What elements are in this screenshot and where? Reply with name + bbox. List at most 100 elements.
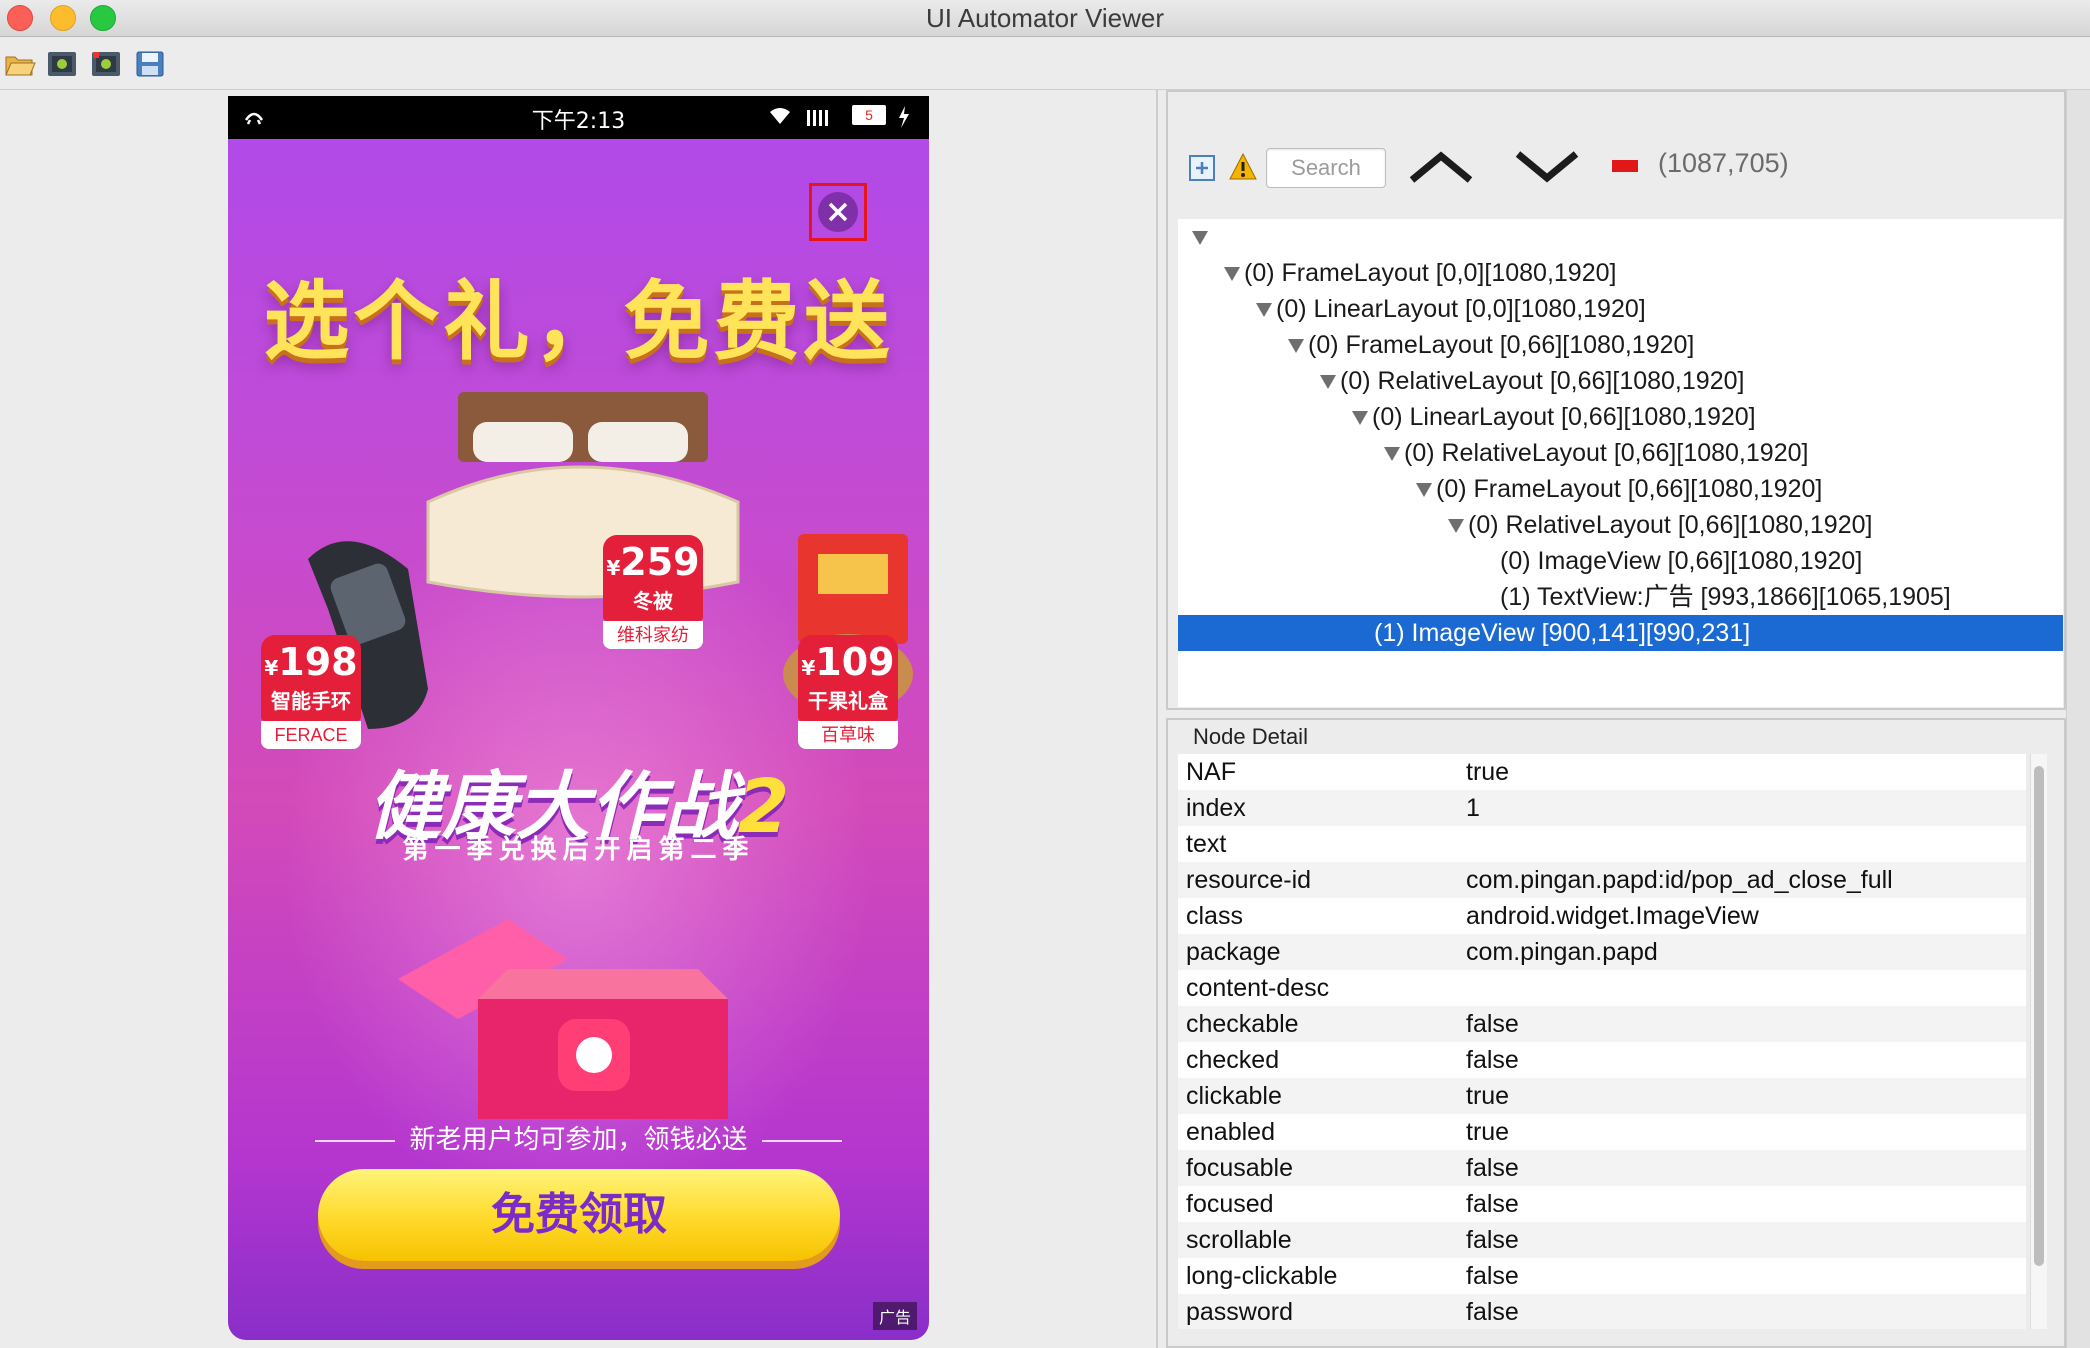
node-detail-key: password [1186,1298,1293,1326]
expand-triangle-icon[interactable] [1448,519,1464,534]
node-detail-value: false [1466,1010,1519,1038]
close-icon [818,192,858,232]
node-detail-row[interactable]: class android.widget.ImageView [1178,898,2026,934]
node-detail-value: false [1466,1190,1519,1218]
node-detail-value: false [1466,1226,1519,1254]
claim-free-button[interactable]: 免费领取 [318,1169,840,1261]
tree-node[interactable]: (0) LinearLayout [0,0][1080,1920] [1256,291,1646,327]
node-detail-key: focused [1186,1190,1274,1218]
node-detail-key: checked [1186,1046,1280,1074]
node-detail-row[interactable]: content-desc [1178,970,2026,1006]
battery-indicator: 5 [852,105,886,125]
title-bar: UI Automator Viewer [0,0,2090,37]
tree-node[interactable]: (0) LinearLayout [0,66][1080,1920] [1352,399,1756,435]
node-detail-title: Node Detail [1193,724,1308,749]
scrollbar-thumb[interactable] [2034,766,2044,1266]
window-edge-strip [2066,90,2090,1348]
android-compressed-icon[interactable] [90,49,122,79]
expand-all-icon[interactable] [1188,154,1216,182]
search-input[interactable]: Search [1266,148,1386,188]
node-detail-key: NAF [1186,758,1236,786]
expand-triangle-icon[interactable] [1224,267,1240,282]
node-detail-key: package [1186,938,1281,966]
node-detail-value: false [1466,1046,1519,1074]
expand-triangle-icon[interactable] [1288,339,1304,354]
warning-icon[interactable] [1228,152,1258,182]
tree-node[interactable]: (0) FrameLayout [0,66][1080,1920] [1416,471,1822,507]
node-detail-row[interactable]: scrollable false [1178,1222,2026,1258]
pointer-coordinates: (1087,705) [1658,148,1789,178]
node-detail-key: long-clickable [1186,1262,1338,1290]
phone-status-bar: 下午2:13 5 [228,96,929,139]
node-detail-key: clickable [1186,1082,1282,1110]
node-detail-key: resource-id [1186,866,1312,894]
signal-wifi-icon [770,106,909,128]
next-result-icon[interactable] [1514,150,1580,184]
node-detail-row[interactable]: resource-id com.pingan.papd:id/pop_ad_clo… [1178,862,2026,898]
node-detail-pane: Node Detail NAF true index 1 text resource-id… [1166,718,2066,1348]
node-detail-value: false [1466,1298,1519,1326]
tree-node[interactable]: (0) FrameLayout [0,66][1080,1920] [1288,327,1694,363]
node-detail-key: text [1186,830,1227,858]
node-detail-value: true [1466,758,1510,786]
node-detail-row[interactable]: password false [1178,1294,2026,1329]
folder-open-icon[interactable] [4,49,36,79]
node-detail-row[interactable]: clickable true [1178,1078,2026,1114]
node-detail-row[interactable]: checkable false [1178,1006,2026,1042]
ad-label: 广告 [872,1302,917,1330]
window-title: UI Automator Viewer [926,3,1164,33]
tree-node[interactable]: (0) RelativeLayout [0,66][1080,1920] [1384,435,1808,471]
node-detail-value: com.pingan.papd [1466,938,1658,966]
ad-note: 新老用户均可参加，领钱必送 [228,1119,929,1156]
node-detail-row[interactable]: focused false [1178,1186,2026,1222]
node-detail-value: false [1466,1154,1519,1182]
node-detail-row[interactable]: index 1 [1178,790,2026,826]
tree-node[interactable]: (0) RelativeLayout [0,66][1080,1920] [1448,507,1872,543]
expand-triangle-icon[interactable] [1416,483,1432,498]
toolbar [0,37,2090,90]
tree-node[interactable]: (0) FrameLayout [0,0][1080,1920] [1224,255,1616,291]
node-detail-key: checkable [1186,1010,1299,1038]
android-screenshot-icon[interactable] [46,49,78,79]
ad-popup[interactable]: 选个礼，免费送 ¥198 智能手环 FERACE ¥259 冬被 维科家纺 ¥1… [228,139,929,1340]
ad-close-button[interactable] [809,183,867,241]
hierarchy-toolbar: Search (1087,705) [1168,132,2064,192]
node-detail-row[interactable]: long-clickable false [1178,1258,2026,1294]
node-detail-row[interactable]: enabled true [1178,1114,2026,1150]
node-detail-value: true [1466,1118,1510,1146]
node-detail-key: index [1186,794,1246,822]
gift-box-image [398,919,728,1119]
node-detail-key: focusable [1186,1154,1294,1182]
tree-node[interactable]: (0) ImageView [0,66][1080,1920] [1500,543,1862,579]
node-detail-row[interactable]: focusable false [1178,1150,2026,1186]
tree-node[interactable]: (0) RelativeLayout [0,66][1080,1920] [1320,363,1744,399]
node-detail-row[interactable]: checked false [1178,1042,2026,1078]
node-detail-value: false [1466,1262,1519,1290]
expand-triangle-icon[interactable] [1256,303,1272,318]
tree-node-selected[interactable]: (1) ImageView [900,141][990,231] [1178,615,2063,651]
product-tag-quilt: ¥259 冬被 维科家纺 [603,535,703,649]
node-detail-row[interactable]: package com.pingan.papd [1178,934,2026,970]
tree-root-toggle[interactable] [1192,219,1212,255]
previous-result-icon[interactable] [1408,150,1474,184]
node-detail-value: 1 [1466,794,1480,822]
product-tag-fitness-band: ¥198 智能手环 FERACE [261,635,361,749]
expand-triangle-icon[interactable] [1320,375,1336,390]
node-detail-value: true [1466,1082,1510,1110]
hierarchy-tree[interactable]: (0) FrameLayout [0,0][1080,1920] (0) Lin… [1178,219,2063,707]
node-detail-row[interactable]: text [1178,826,2026,862]
node-detail-key: class [1186,902,1243,930]
node-detail-table[interactable]: NAF true index 1 text resource-id com.pingan.p… [1178,754,2026,1329]
node-detail-row[interactable]: NAF true [1178,754,2026,790]
node-detail-value: com.pingan.papd:id/pop_ad_close_full [1466,866,1893,894]
expand-triangle-icon[interactable] [1384,447,1400,462]
ad-headline: 选个礼，免费送 [263,272,894,372]
node-detail-scrollbar[interactable] [2030,754,2047,1329]
tree-node[interactable]: (1) TextView:广告 [993,1866][1065,1905] [1500,579,1951,615]
node-detail-key: enabled [1186,1118,1275,1146]
clear-search-icon[interactable] [1612,160,1638,172]
save-icon[interactable] [134,49,166,79]
hierarchy-pane: Search (1087,705) (0) FrameLayout [0,0][… [1166,90,2066,710]
node-detail-value: android.widget.ImageView [1466,902,1759,930]
expand-triangle-icon[interactable] [1352,411,1368,426]
